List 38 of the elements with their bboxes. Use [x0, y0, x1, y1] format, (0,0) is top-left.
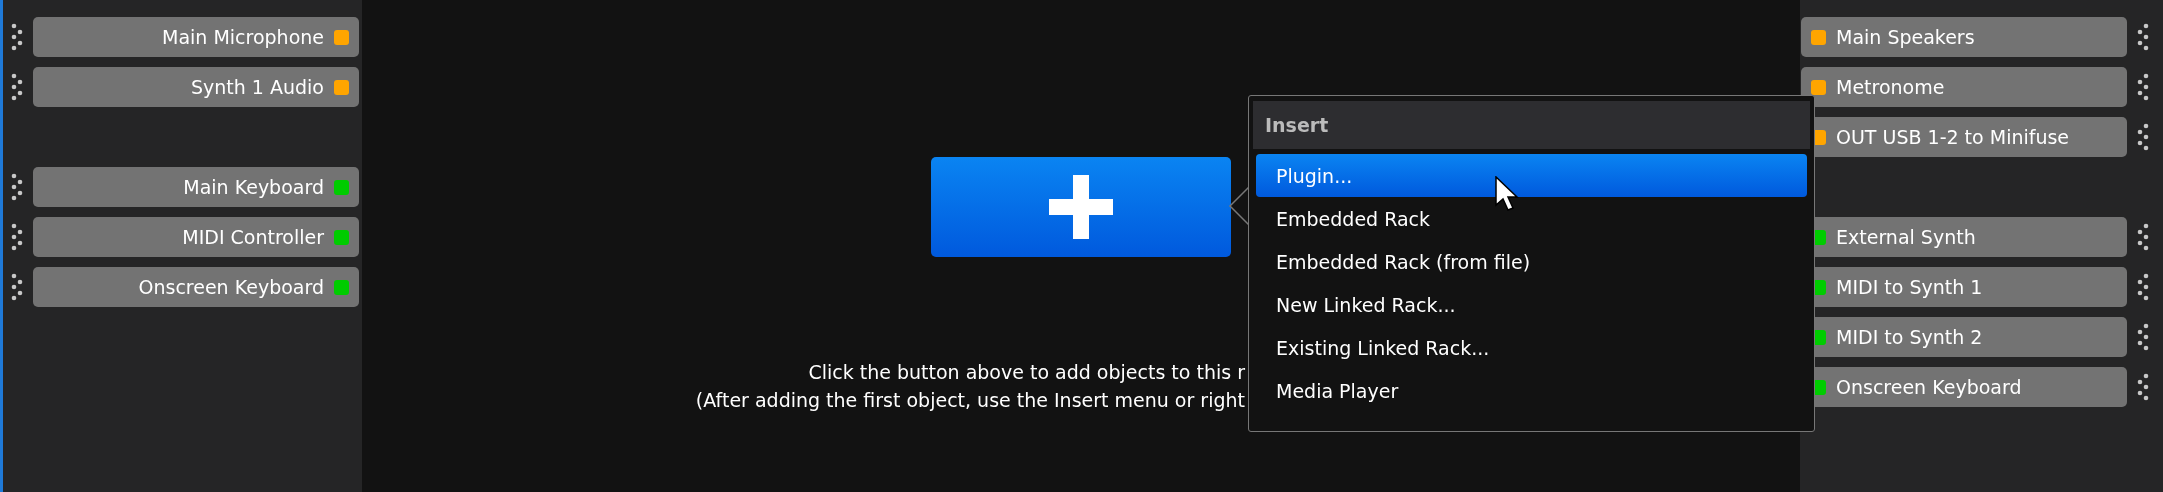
- plus-icon: [1049, 175, 1113, 239]
- port-label: MIDI to Synth 2: [1836, 326, 1983, 348]
- mouse-pointer-icon: [1495, 176, 1519, 212]
- menu-title: Insert: [1253, 101, 1810, 149]
- port-label: Synth 1 Audio: [191, 76, 324, 98]
- port-label: External Synth: [1836, 226, 1976, 248]
- drag-handle-icon[interactable]: [11, 223, 23, 251]
- port-label: MIDI to Synth 1: [1836, 276, 1983, 298]
- drag-handle-icon[interactable]: [2137, 73, 2149, 101]
- add-object-button[interactable]: [931, 157, 1231, 257]
- drag-handle-icon[interactable]: [2137, 373, 2149, 401]
- drag-handle-icon[interactable]: [11, 273, 23, 301]
- port-label: Main Keyboard: [183, 176, 324, 198]
- drag-handle-icon[interactable]: [2137, 273, 2149, 301]
- drag-handle-icon[interactable]: [11, 23, 23, 51]
- input-port[interactable]: Main Keyboard: [33, 167, 359, 207]
- drag-handle-icon[interactable]: [11, 73, 23, 101]
- hint-text: (After adding the first object, use the Insert menu or right: [695, 389, 1245, 411]
- port-label: Onscreen Keyboard: [1836, 376, 2022, 398]
- port-label: MIDI Controller: [182, 226, 324, 248]
- input-port[interactable]: Synth 1 Audio: [33, 67, 359, 107]
- port-label: Main Speakers: [1836, 26, 1975, 48]
- drag-handle-icon[interactable]: [11, 173, 23, 201]
- drag-handle-icon[interactable]: [2137, 23, 2149, 51]
- port-label: OUT USB 1-2 to Minifuse: [1836, 126, 2070, 148]
- port-label: Metronome: [1836, 76, 1945, 98]
- input-port[interactable]: Main Microphone: [33, 17, 359, 57]
- drag-handle-icon[interactable]: [2137, 323, 2149, 351]
- input-port[interactable]: Onscreen Keyboard: [33, 267, 359, 307]
- drag-handle-icon[interactable]: [2137, 223, 2149, 251]
- output-port[interactable]: Main Speakers: [1801, 17, 2127, 57]
- drag-handle-icon[interactable]: [2137, 123, 2149, 151]
- port-label: Main Microphone: [162, 26, 324, 48]
- output-port[interactable]: Metronome: [1801, 67, 2127, 107]
- menu-item[interactable]: Plugin...: [1256, 154, 1807, 197]
- hint-text: Click the button above to add objects to this r: [808, 361, 1245, 383]
- port-label: Onscreen Keyboard: [138, 276, 324, 298]
- input-port[interactable]: MIDI Controller: [33, 217, 359, 257]
